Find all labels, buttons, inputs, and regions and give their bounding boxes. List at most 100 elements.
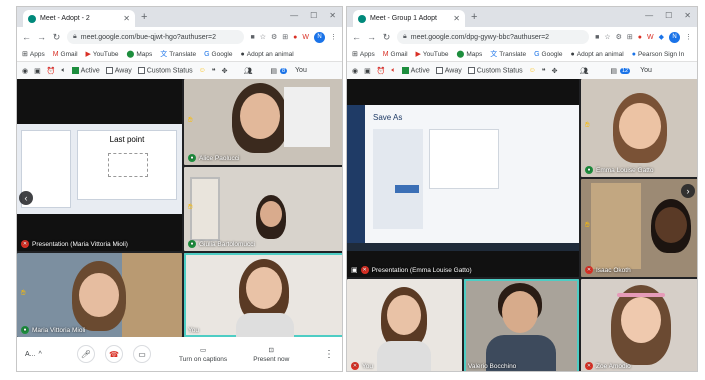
- back-icon[interactable]: ←: [22, 32, 31, 42]
- reload-icon[interactable]: ↻: [52, 32, 61, 43]
- bookmark-gmail[interactable]: M Gmail: [383, 51, 408, 58]
- gear-ext-icon[interactable]: ⚙: [616, 33, 622, 41]
- camera-ext-icon[interactable]: ■: [250, 34, 254, 41]
- omnibox[interactable]: 🔒︎ meet.google.com/dpg-gywy-bbc?authuser…: [397, 30, 590, 44]
- quote-icon[interactable]: ❝: [542, 67, 546, 75]
- profile-avatar[interactable]: N: [314, 31, 325, 43]
- grid-ext-icon[interactable]: ⊞: [627, 33, 633, 41]
- grid-ext-icon[interactable]: ⊞: [282, 33, 288, 41]
- omnibox[interactable]: 🔒︎ meet.google.com/bue-qjwt-hgo?authuser…: [67, 30, 245, 44]
- participant-tile-you[interactable]: You: [184, 253, 342, 337]
- bookmark-youtube[interactable]: ▶ YouTube: [416, 50, 449, 59]
- custom-status-checkbox[interactable]: Custom Status: [467, 66, 523, 74]
- bookmark-maps[interactable]: ⬤ Maps: [126, 50, 152, 59]
- red-ext-icon[interactable]: ●: [638, 34, 642, 41]
- close-window-icon[interactable]: ✕: [684, 11, 691, 20]
- away-checkbox[interactable]: Away: [435, 66, 462, 74]
- close-tab-icon[interactable]: ✕: [123, 14, 130, 23]
- quote-icon[interactable]: ❝: [212, 67, 216, 75]
- move-icon[interactable]: ✥: [222, 67, 228, 75]
- participant-tile-emma[interactable]: ✋︎ ● Emma Louise Gatto: [581, 79, 697, 177]
- participant-name-label: ● Emma Louise Gatto: [585, 166, 653, 174]
- clock-icon[interactable]: ⏰: [377, 67, 386, 75]
- bookmark-adopt[interactable]: ● Adopt an animal: [241, 51, 294, 58]
- eye-icon[interactable]: ◉: [22, 67, 28, 75]
- bookmark-translate[interactable]: 文 Translate: [490, 49, 526, 59]
- participant-tile-giulia[interactable]: ✋︎ ● Giulia Bartolomucci: [184, 167, 342, 251]
- turn-on-captions-button[interactable]: ▭ Turn on captions: [179, 346, 227, 363]
- camera-ext-icon[interactable]: ■: [595, 34, 599, 41]
- more-options-icon[interactable]: ⋮: [324, 349, 334, 360]
- back-icon[interactable]: ←: [352, 32, 361, 42]
- clock-icon[interactable]: ⏰: [47, 67, 56, 75]
- speaker-icon[interactable]: 🔈︎: [61, 67, 65, 75]
- hang-up-button[interactable]: ☎: [105, 345, 123, 363]
- bookmark-translate[interactable]: 文 Translate: [160, 49, 196, 59]
- tab-meet-adopt-2[interactable]: Meet - Adopt - 2 ✕: [23, 10, 135, 27]
- w-ext-icon[interactable]: W: [302, 34, 309, 41]
- participant-tile-maria[interactable]: ✋︎ ● Maria Vittoria Mioli: [17, 253, 182, 337]
- minimize-icon[interactable]: —: [645, 11, 653, 20]
- bookmark-pearson[interactable]: ● Pearson Sign In: [632, 51, 685, 58]
- speaker-icon[interactable]: 🔈︎: [391, 67, 395, 75]
- blue-ext-icon[interactable]: ◆: [659, 33, 664, 41]
- microphone-button[interactable]: 🎤︎: [77, 345, 95, 363]
- presentation-tile[interactable]: Last point ✕ Presentation (Maria Vittoria…: [17, 79, 182, 251]
- eye-icon[interactable]: ◉: [352, 67, 358, 75]
- people-icon[interactable]: 👥︎: [243, 67, 252, 75]
- chat-icon[interactable]: ▤: [270, 67, 277, 75]
- away-checkbox[interactable]: Away: [105, 66, 132, 74]
- tab-meet-group-1[interactable]: Meet - Group 1 Adopt ✕: [353, 10, 465, 27]
- chat-icon[interactable]: ▤: [610, 67, 617, 75]
- close-tab-icon[interactable]: ✕: [453, 14, 460, 23]
- new-tab-button[interactable]: +: [471, 11, 477, 23]
- bookmark-google[interactable]: G Google: [204, 51, 232, 58]
- maximize-icon[interactable]: ☐: [665, 11, 672, 20]
- w-ext-icon[interactable]: W: [647, 34, 654, 41]
- star-icon[interactable]: ☆: [604, 33, 610, 41]
- emoji-icon[interactable]: ☺: [529, 67, 536, 74]
- menu-dots-icon[interactable]: ⋮: [330, 33, 337, 41]
- participant-tile-you[interactable]: ✕ You: [347, 279, 462, 371]
- url-text: meet.google.com/dpg-gywy-bbc?authuser=2: [410, 33, 550, 41]
- bookmark-maps[interactable]: ⬤ Maps: [456, 50, 482, 59]
- close-window-icon[interactable]: ✕: [329, 11, 336, 20]
- bookmark-apps[interactable]: ⊞ Apps: [22, 50, 45, 59]
- active-checkbox[interactable]: Active: [401, 66, 430, 74]
- forward-icon[interactable]: →: [37, 32, 46, 42]
- move-icon[interactable]: ✥: [552, 67, 558, 75]
- emoji-icon[interactable]: ☺: [199, 67, 206, 74]
- camera-button[interactable]: ▭: [133, 345, 151, 363]
- bookmark-google[interactable]: G Google: [534, 51, 562, 58]
- participant-tile-valerio[interactable]: Valerio Bocchino: [464, 279, 579, 371]
- previous-participants-button[interactable]: ‹: [19, 191, 33, 205]
- menu-dots-icon[interactable]: ⋮: [685, 33, 692, 41]
- raised-hand-icon: ✋︎: [188, 202, 193, 212]
- bookmark-youtube[interactable]: ▶ YouTube: [86, 50, 119, 59]
- people-icon[interactable]: 👥︎: [579, 67, 588, 75]
- active-checkbox[interactable]: Active: [71, 66, 100, 74]
- presentation-tile[interactable]: Save As ▣ ✕ Presentation (Emma Louise Gatt…: [347, 79, 579, 277]
- participant-tile-alice[interactable]: ✋︎ ● Alice Paolucci: [184, 79, 342, 165]
- calendar-icon[interactable]: ▣: [34, 67, 41, 75]
- participant-tile-zoe[interactable]: ✕ Zoe Amodio: [581, 279, 697, 371]
- shared-screen: Last point: [17, 124, 182, 214]
- reload-icon[interactable]: ↻: [382, 32, 391, 43]
- next-participants-button[interactable]: ›: [681, 184, 695, 198]
- gear-ext-icon[interactable]: ⚙: [271, 33, 277, 41]
- profile-avatar[interactable]: N: [669, 31, 680, 43]
- custom-status-checkbox[interactable]: Custom Status: [137, 66, 193, 74]
- red-ext-icon[interactable]: ●: [293, 34, 297, 41]
- maximize-icon[interactable]: ☐: [310, 11, 317, 20]
- present-now-button[interactable]: ⊡ Present now: [253, 346, 289, 363]
- participant-tile-isaac[interactable]: ✋︎ ✕ Isaac Okoth: [581, 179, 697, 277]
- bookmark-adopt[interactable]: ● Adopt an animal: [571, 51, 624, 58]
- minimize-icon[interactable]: —: [290, 11, 298, 20]
- meeting-details-button[interactable]: A... ^: [25, 351, 61, 358]
- star-icon[interactable]: ☆: [260, 33, 266, 41]
- calendar-icon[interactable]: ▣: [364, 67, 371, 75]
- new-tab-button[interactable]: +: [141, 11, 147, 23]
- bookmark-apps[interactable]: ⊞ Apps: [352, 50, 375, 59]
- forward-icon[interactable]: →: [367, 32, 376, 42]
- bookmark-gmail[interactable]: M Gmail: [53, 51, 78, 58]
